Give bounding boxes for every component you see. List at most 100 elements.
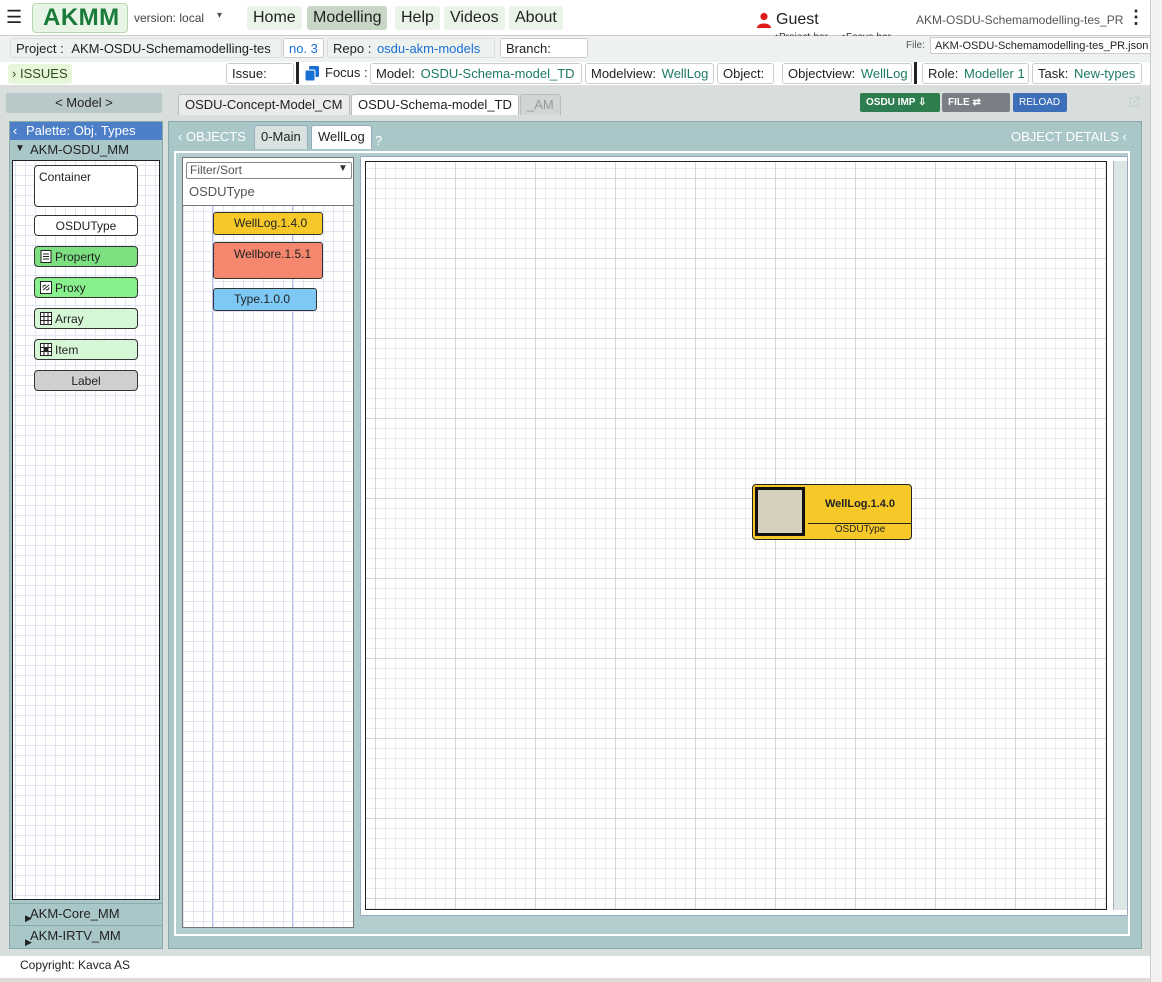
model-toggle-button[interactable]: < Model > [6,93,162,113]
metamodel-label: AKM-IRTV_MM [30,928,121,943]
chevron-left-icon[interactable]: ‹ [13,123,17,138]
more-vert-icon[interactable]: ⋮ [1127,8,1145,26]
modelview-value: WellLog [661,66,709,81]
issues-toggle[interactable]: › ISSUES [8,64,72,84]
user-name[interactable]: Guest [776,11,819,29]
link-icon [40,281,52,294]
palette-item-property[interactable]: Property [34,246,138,267]
objectview-label: Objectview: [788,66,856,81]
palette-item-container[interactable]: Container [34,165,138,207]
palette-item-label-text: Label [71,374,101,388]
project-name: AKM-OSDU-Schemamodelling-tes [71,41,271,56]
palette-canvas[interactable] [12,160,160,900]
focus-modelview[interactable]: Modelview: WellLog [585,63,714,84]
hamburger-menu-icon[interactable]: ☰ [6,8,22,26]
focus-label: Focus : [325,65,368,80]
focus-model[interactable]: Model: OSDU-Schema-model_TD [370,63,582,84]
help-icon[interactable]: ? [375,133,382,148]
repo-field[interactable]: Repo : osdu-akm-models [327,38,495,58]
palette-item-array[interactable]: Array [34,308,138,329]
divider [296,62,299,84]
document-icon [40,250,52,263]
object-label: Object: [723,66,765,81]
object-item-type[interactable]: Type.1.0.0 [213,288,317,311]
tab-view-welllog[interactable]: WellLog [311,125,372,149]
palette-item-label: Container [39,170,92,184]
tab-model-schema[interactable]: OSDU-Schema-model_TD [351,94,519,115]
palette-metamodel-header[interactable]: AKM-OSDU_MM [10,141,162,159]
copyright: Copyright: Kavca AS [20,958,131,972]
chevron-left-icon: ‹ [1122,129,1127,144]
palette-item-proxy[interactable]: Proxy [34,277,138,298]
focus-object[interactable]: Object: [717,63,774,84]
palette-metamodel-core[interactable]: ▶ AKM-Core_MM [10,903,162,923]
palette-metamodel-irtv[interactable]: ▶ AKM-IRTV_MM [10,925,162,947]
node-type: OSDUType [834,524,886,535]
role-value: Modeller 1 [963,66,1025,81]
object-details-toggle[interactable]: OBJECT DETAILS ‹ [1011,129,1127,144]
object-list-canvas[interactable] [183,205,353,927]
chevron-right-icon: › [12,66,17,81]
reload-button[interactable]: RELOAD [1013,93,1067,112]
objects-label: OBJECTS [185,129,246,144]
chevron-left-icon: ‹ [178,129,183,144]
tab-model-am[interactable]: _AM [520,94,561,115]
issue-label: Issue: [232,66,267,81]
role-label: Role: [928,66,959,81]
focus-task[interactable]: Task: New-types [1032,63,1142,84]
palette-item-label: Property [55,250,101,264]
modelview-label: Modelview: [591,66,657,81]
palette-item-label: OSDUType [55,219,117,233]
nav-about[interactable]: About [509,6,563,30]
object-details-label: OBJECT DETAILS [1011,129,1119,144]
object-item-wellbore[interactable]: Wellbore.1.5.1 [213,242,323,279]
focus-objectview[interactable]: Objectview: WellLog [782,63,912,84]
caret-down-icon[interactable]: ▾ [217,10,222,21]
project-title: AKM-OSDU-Schemamodelling-tes_PR [916,13,1124,27]
branch-label: Branch: [506,41,551,56]
object-item-welllog[interactable]: WellLog.1.4.0 [213,212,323,235]
project-name-field[interactable]: Project : AKM-OSDU-Schemamodelling-tes [10,38,282,58]
file-button[interactable]: FILE ⇄ [942,93,1010,112]
node-name: WellLog.1.4.0 [824,498,896,510]
nav-help[interactable]: Help [395,6,440,30]
project-number[interactable]: no. 3 [283,38,324,58]
file-transfer-icon: ⇄ [972,97,981,108]
file-label: File: [906,40,925,51]
diagram-scrollbar[interactable] [1113,161,1127,910]
osdu-import-button[interactable]: OSDU IMP ⇩ [860,93,940,112]
page-scrollbar[interactable] [1150,0,1162,982]
model-label: Model: [376,66,416,81]
tab-view-main[interactable]: 0-Main [254,125,308,149]
palette-item-label[interactable]: Label [34,370,138,391]
user-icon[interactable] [757,12,771,28]
palette-title[interactable]: Palette: Obj. Types [10,122,162,140]
file-button-label: FILE [948,97,970,108]
filter-sort-select[interactable]: Filter/Sort [186,162,352,179]
branch-field[interactable]: Branch: main [500,38,588,76]
chevron-down-icon[interactable]: ▼ [338,163,348,174]
diagram-canvas[interactable] [365,161,1107,910]
focus-role[interactable]: Role: Modeller 1 [922,63,1029,84]
copy-icon[interactable] [305,66,319,81]
grid-icon [40,343,52,356]
objects-toggle[interactable]: ‹ OBJECTS [178,129,246,144]
nav-videos[interactable]: Videos [444,6,505,30]
issue-field[interactable]: Issue: [226,63,294,84]
project-label: Project : [16,41,64,56]
palette-item-label: Proxy [55,281,86,295]
divider [914,62,917,84]
version-label: version: local [134,11,205,25]
repo-name: osdu-akm-models [376,41,481,56]
object-list-type: OSDUType [189,184,255,199]
file-name[interactable]: AKM-OSDU-Schemamodelling-tes_PR.json [930,37,1154,54]
palette-item-item[interactable]: Item [34,339,138,360]
brand-logo[interactable]: AKMM [43,4,120,32]
tab-model-concept[interactable]: OSDU-Concept-Model_CM [178,94,350,115]
triangle-down-icon[interactable]: ▼ [15,143,25,154]
external-link-icon[interactable] [1128,96,1140,108]
nav-home[interactable]: Home [247,6,302,30]
palette-item-osdutype[interactable]: OSDUType [34,215,138,236]
palette-item-label: Item [55,343,79,357]
nav-modelling[interactable]: Modelling [307,6,388,30]
